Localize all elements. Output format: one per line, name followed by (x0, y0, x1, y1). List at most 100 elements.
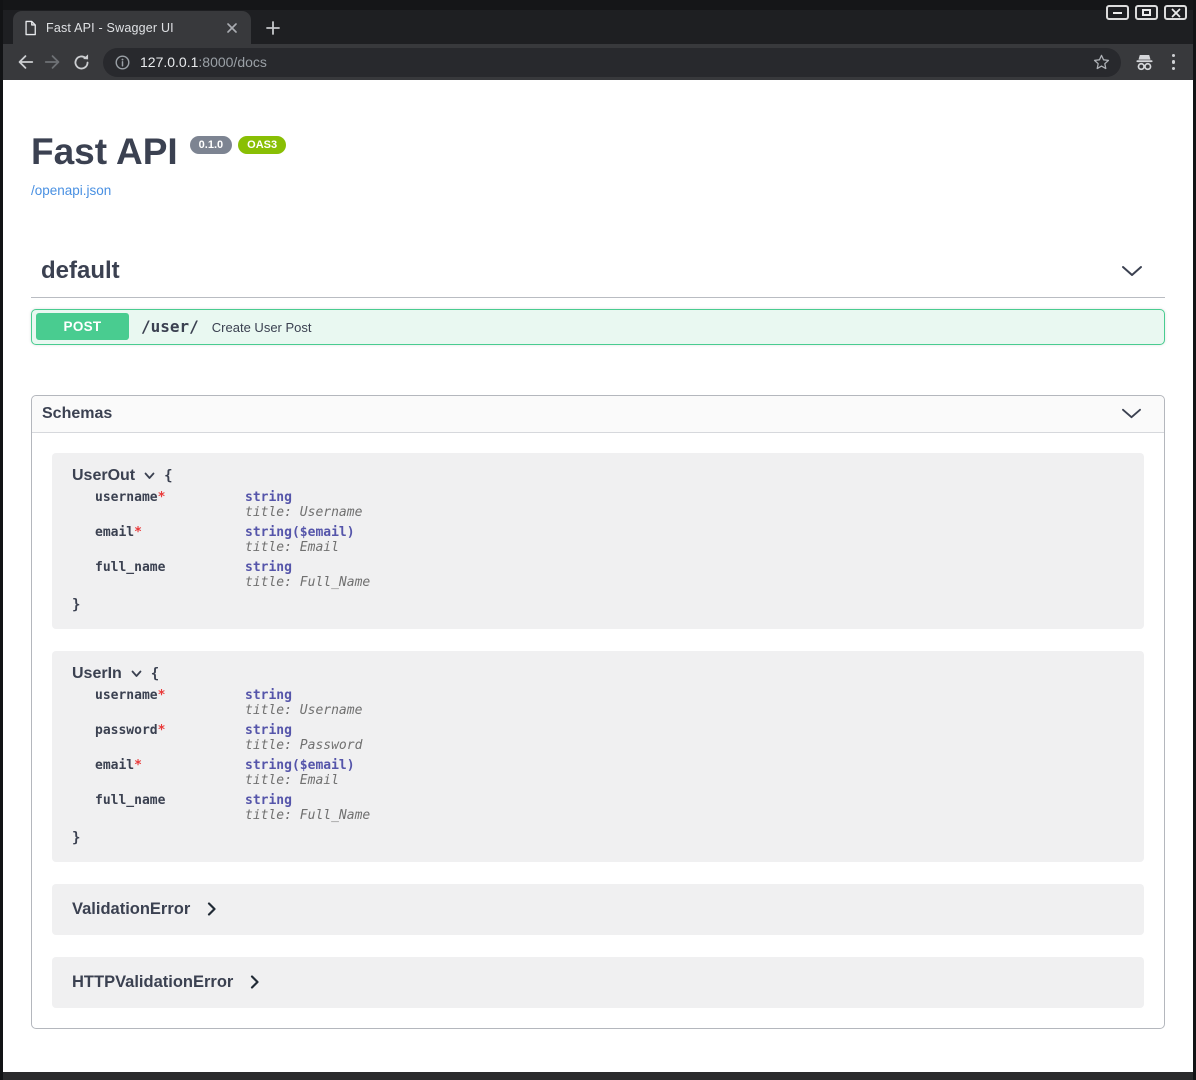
property-row: username*stringtitle: Username (95, 491, 1124, 520)
property-name: email* (95, 759, 245, 773)
new-tab-button[interactable] (263, 18, 283, 38)
model-toggle[interactable]: UserIn { (72, 665, 1124, 683)
address-bar[interactable]: 127.0.0.1:8000/docs (103, 48, 1121, 77)
property-title: title: Full_Name (245, 809, 1124, 823)
maximize-icon (1142, 9, 1151, 16)
title-bar (3, 0, 1193, 10)
opblock-post-user[interactable]: POST /user/ Create User Post (31, 309, 1165, 345)
models-list: UserOut { username*stringtitle: Username em… (32, 433, 1164, 1028)
open-brace: { (164, 468, 172, 484)
property-line: username*string (95, 689, 1124, 703)
close-brace: } (72, 597, 1124, 613)
tag-header-default[interactable]: default (31, 257, 1165, 298)
swagger-page: Fast API 0.1.0 OAS3 /openapi.json defaul… (3, 80, 1193, 1072)
property-type: string($email) (245, 526, 355, 540)
schemas-section: Schemas UserOut { username*stringtitle: Us… (31, 395, 1165, 1029)
model-httpvalidationerror[interactable]: HTTPValidationError (52, 957, 1144, 1008)
close-button[interactable] (1164, 5, 1187, 20)
property-row: username*stringtitle: Username (95, 689, 1124, 718)
tab-close-button[interactable] (223, 19, 241, 37)
property-title: title: Password (245, 739, 1124, 753)
property-row: full_namestringtitle: Full_Name (95, 794, 1124, 823)
property-type: string (245, 724, 292, 738)
document-icon (23, 20, 37, 36)
model-userout[interactable]: UserOut{username*stringtitle: Usernameem… (52, 453, 1144, 629)
browser-window: Fast API - Swagger UI (0, 0, 1196, 1080)
chevron-down-icon (1121, 265, 1143, 277)
chevron-down-icon (144, 472, 155, 480)
operation-summary: Create User Post (212, 319, 312, 335)
property-name: email* (95, 526, 245, 540)
model-toggle[interactable]: HTTPValidationError (72, 973, 1124, 992)
required-star: * (158, 723, 166, 738)
reload-button[interactable] (67, 48, 95, 76)
minimize-button[interactable] (1106, 5, 1129, 20)
url-host: 127.0.0.1 (140, 54, 198, 70)
badges: 0.1.0 OAS3 (190, 136, 286, 154)
method-badge: POST (36, 313, 129, 340)
close-icon (1171, 8, 1181, 18)
tag-section-default: default POST /user/ Create User Post (31, 257, 1165, 345)
schemas-header[interactable]: Schemas (32, 396, 1164, 433)
model-name: UserOut (72, 467, 135, 485)
operation-path: /user/ (141, 317, 199, 336)
property-type: string (245, 689, 292, 703)
url-path: :8000/docs (198, 54, 267, 70)
info-icon[interactable] (115, 55, 130, 70)
incognito-icon (1133, 51, 1156, 74)
model-validationerror[interactable]: ValidationError (52, 884, 1144, 935)
model-toggle[interactable]: UserOut { (72, 467, 1124, 485)
forward-button[interactable] (39, 48, 67, 76)
property-name: full_name (95, 561, 245, 575)
browser-menu-button[interactable] (1172, 54, 1176, 71)
property-name: password* (95, 724, 245, 738)
property-line: full_namestring (95, 794, 1124, 808)
star-icon (1092, 53, 1111, 72)
chevron-right-icon (207, 902, 217, 916)
browser-toolbar: 127.0.0.1:8000/docs (3, 44, 1193, 80)
chevron-down-icon (1121, 408, 1142, 419)
tab-strip: Fast API - Swagger UI (3, 0, 1193, 44)
maximize-button[interactable] (1135, 5, 1158, 20)
model-name: UserIn (72, 665, 122, 683)
api-info: Fast API 0.1.0 OAS3 /openapi.json (3, 80, 1193, 200)
property-row: email*string($email)title: Email (95, 759, 1124, 788)
property-title: title: Email (245, 774, 1124, 788)
required-star: * (158, 490, 166, 505)
property-name: username* (95, 689, 245, 703)
model-name: HTTPValidationError (72, 973, 233, 992)
model-userin[interactable]: UserIn { username*stringtitle: Username pas… (52, 651, 1144, 862)
schemas-title: Schemas (42, 405, 112, 423)
back-button[interactable] (11, 48, 39, 76)
property-row: password*stringtitle: Password (95, 724, 1124, 753)
property-line: email*string($email) (95, 526, 1124, 540)
property-title: title: Email (245, 541, 1124, 555)
property-title: title: Full_Name (245, 576, 1124, 590)
property-type: string (245, 491, 292, 505)
bookmark-star-button[interactable] (1092, 53, 1111, 72)
tag-name: default (41, 257, 120, 285)
property-name: full_name (95, 794, 245, 808)
window-controls (1106, 5, 1187, 20)
property-row: email*string($email)title: Email (95, 526, 1124, 555)
url-text[interactable]: 127.0.0.1:8000/docs (140, 54, 267, 70)
version-badge: 0.1.0 (190, 136, 232, 154)
chevron-down-icon (131, 670, 142, 678)
plus-icon (266, 21, 280, 35)
model-name: ValidationError (72, 900, 190, 919)
close-brace: } (72, 830, 1124, 846)
required-star: * (134, 758, 142, 773)
property-name: username* (95, 491, 245, 505)
reload-icon (72, 53, 91, 72)
model-toggle[interactable]: ValidationError (72, 900, 1124, 919)
property-line: password*string (95, 724, 1124, 738)
property-line: username*string (95, 491, 1124, 505)
browser-tab[interactable]: Fast API - Swagger UI (13, 11, 251, 44)
chevron-right-icon (250, 975, 260, 989)
oas3-badge: OAS3 (238, 136, 286, 154)
model-properties: username*stringtitle: Usernameemail*stri… (95, 491, 1124, 590)
openapi-spec-link[interactable]: /openapi.json (31, 183, 111, 198)
open-brace: { (151, 666, 159, 682)
tab-title: Fast API - Swagger UI (46, 21, 223, 35)
window-bottom-border (3, 1072, 1193, 1080)
